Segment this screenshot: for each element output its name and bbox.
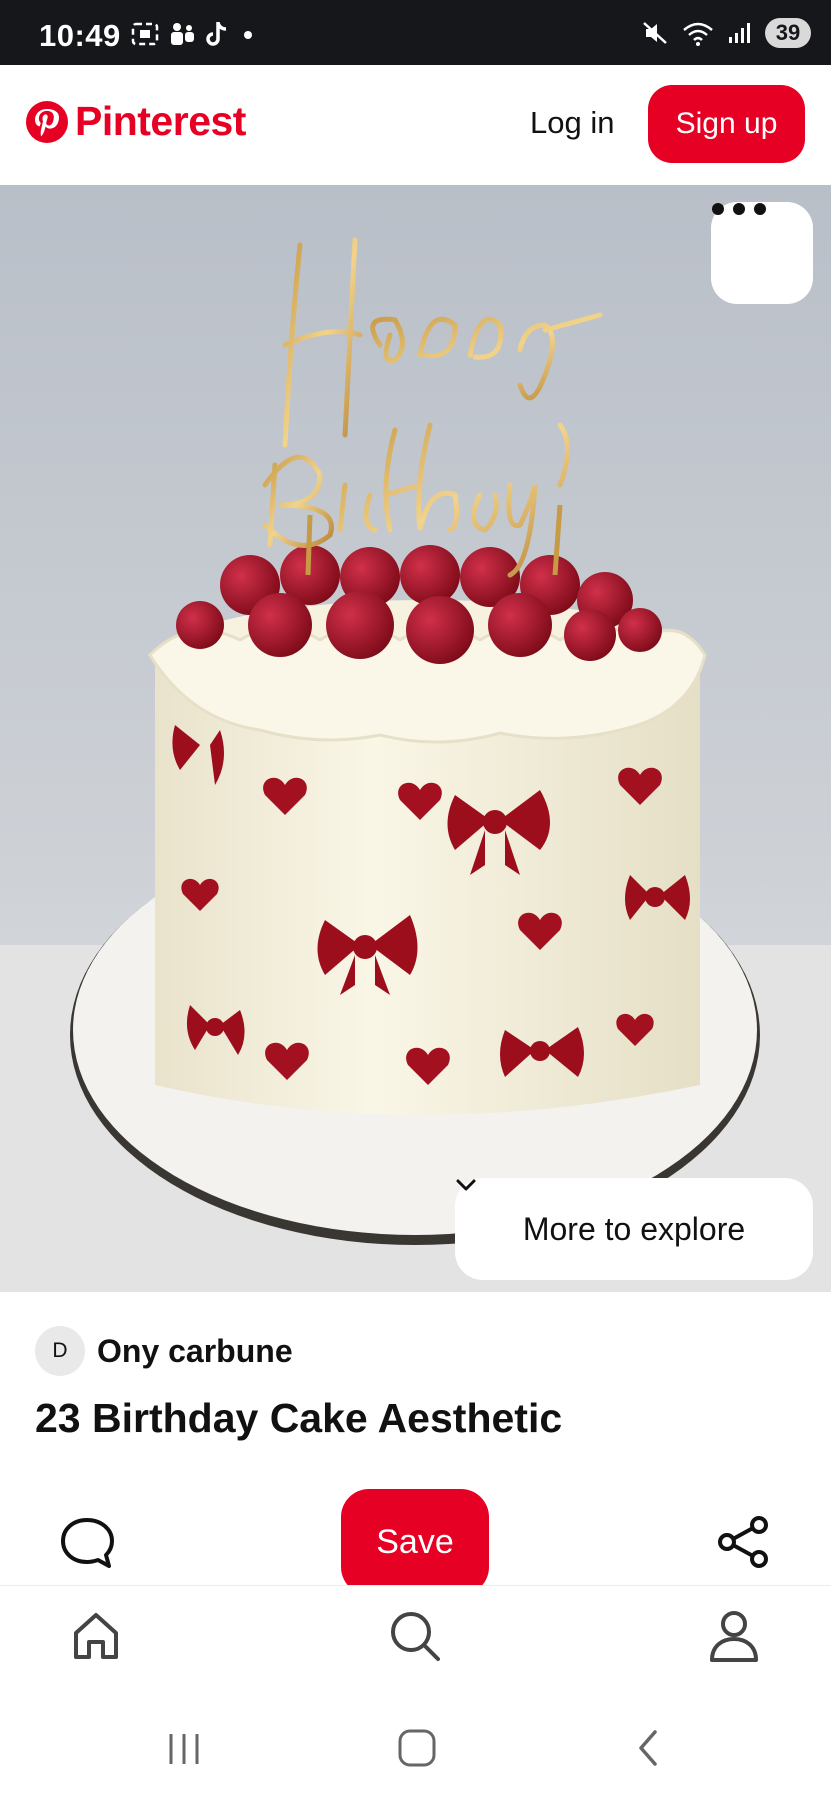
app-header: Pinterest Log in Sign up: [0, 65, 831, 185]
home-icon: [74, 1613, 118, 1659]
bottom-nav: [0, 1585, 831, 1691]
signup-button[interactable]: Sign up: [648, 85, 805, 163]
home-button-icon: [398, 1729, 436, 1767]
nav-search[interactable]: [385, 1606, 445, 1666]
signal-icon: [729, 23, 750, 43]
status-bar: 10:49 39: [0, 0, 831, 65]
battery-level: 39: [765, 18, 811, 48]
wifi-icon: [683, 22, 713, 46]
more-options-button[interactable]: [711, 202, 813, 304]
share-button[interactable]: [715, 1514, 773, 1570]
comment-button[interactable]: [58, 1515, 116, 1571]
status-system-icons: 39: [641, 18, 811, 48]
pin-title: 23 Birthday Cake Aesthetic: [35, 1395, 563, 1441]
recents-icon: [169, 1734, 199, 1764]
pin-image[interactable]: More to explore: [0, 185, 831, 1292]
back-icon: [639, 1730, 657, 1766]
search-icon: [391, 1612, 440, 1661]
system-home-button[interactable]: [392, 1726, 442, 1770]
status-time: 10:49: [39, 18, 121, 53]
back-button[interactable]: [625, 1726, 675, 1770]
share-icon: [718, 1516, 768, 1568]
nav-home[interactable]: [66, 1606, 126, 1666]
notification-dot-icon: [244, 31, 252, 39]
login-button[interactable]: Log in: [530, 105, 614, 141]
tiktok-icon: [206, 22, 227, 46]
cake-photo: [0, 185, 831, 1292]
profile-icon: [710, 1611, 758, 1662]
teams-icon: [171, 23, 194, 45]
pinterest-logo-icon: [26, 100, 68, 143]
nav-profile[interactable]: [704, 1606, 764, 1666]
ellipsis-icon: [712, 203, 766, 215]
comment-icon: [61, 1518, 114, 1568]
system-nav: [0, 1690, 831, 1800]
recents-button[interactable]: [159, 1726, 209, 1770]
more-to-explore-button[interactable]: More to explore: [455, 1178, 813, 1280]
more-to-explore-label: More to explore: [522, 1210, 746, 1247]
pinterest-logo[interactable]: Pinterest: [25, 98, 246, 145]
author-name[interactable]: Ony carbune: [97, 1333, 293, 1370]
avatar[interactable]: D: [35, 1326, 85, 1376]
status-notification-icons: [130, 20, 258, 48]
brand-name: Pinterest: [75, 98, 246, 144]
pin-author[interactable]: D Ony carbune: [35, 1326, 293, 1376]
mute-icon: [643, 22, 667, 44]
save-button[interactable]: Save: [341, 1489, 489, 1595]
screenshot-icon: [131, 22, 159, 46]
chevron-down-icon: [456, 1179, 476, 1191]
